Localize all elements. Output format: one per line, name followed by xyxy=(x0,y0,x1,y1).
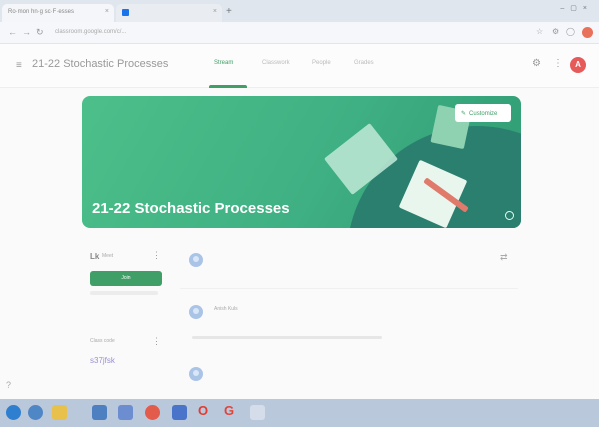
meet-link-text xyxy=(90,291,158,295)
opera-icon[interactable]: O xyxy=(198,403,208,418)
pencil-icon: ✎ xyxy=(461,111,467,117)
banner-title: 21-22 Stochastic Processes xyxy=(92,200,290,217)
tab-grades[interactable]: Grades xyxy=(354,60,374,66)
post-text xyxy=(192,336,382,339)
grid-icon[interactable]: ⋮ xyxy=(553,58,563,69)
extension-icon[interactable]: ⚙ xyxy=(552,27,559,36)
meet-label: Meet xyxy=(102,253,114,259)
join-button[interactable]: Join xyxy=(90,271,162,286)
meet-card: Lk Meet ⋮ Join xyxy=(82,246,168,306)
kebab-icon[interactable]: ⋮ xyxy=(152,250,161,261)
reload-icon[interactable]: ↻ xyxy=(36,27,44,38)
star-icon[interactable]: ☆ xyxy=(536,27,543,36)
post-author: Anish Kuls xyxy=(214,306,238,312)
forward-icon[interactable]: → xyxy=(22,27,31,37)
class-banner: ✎ Customize 21-22 Stochastic Processes xyxy=(82,96,521,228)
class-code-card: Class code ⋮ s37jfsk xyxy=(82,334,168,374)
hamburger-icon[interactable]: ≡ xyxy=(16,60,22,71)
close-icon[interactable]: × xyxy=(105,8,109,15)
class-title[interactable]: 21-22 Stochastic Processes xyxy=(32,58,168,70)
taskbar-app-icon[interactable] xyxy=(172,405,187,420)
customize-button[interactable]: ✎ Customize xyxy=(455,104,511,122)
help-icon[interactable]: ? xyxy=(6,380,11,390)
taskbar-app-icon[interactable] xyxy=(250,405,265,420)
window-controls[interactable]: –▢× xyxy=(560,4,593,12)
url-field[interactable]: classroom.google.com/c/... xyxy=(55,27,475,39)
browser-tab-label: Ro·mon hn·g sc·F·esses xyxy=(8,9,75,15)
meet-logo: Lk xyxy=(90,252,100,261)
avatar xyxy=(189,367,203,381)
tab-classwork[interactable]: Classwork xyxy=(262,60,290,66)
mail-icon[interactable] xyxy=(118,405,133,420)
taskbar: O G xyxy=(0,399,599,427)
start-icon[interactable] xyxy=(6,405,21,420)
back-icon[interactable]: ← xyxy=(8,27,17,37)
browser-avatar[interactable] xyxy=(582,27,593,38)
close-icon[interactable]: × xyxy=(213,8,217,15)
browser-tab-classroom[interactable]: Ro·mon hn·g sc·F·esses × xyxy=(2,4,114,22)
gear-icon[interactable]: ⚙ xyxy=(532,58,541,69)
folder-icon[interactable] xyxy=(52,405,67,420)
kebab-icon[interactable]: ⋮ xyxy=(152,336,161,347)
tab-people[interactable]: People xyxy=(312,60,331,66)
divider xyxy=(180,288,518,289)
customize-label: Customize xyxy=(469,111,498,117)
active-tab-indicator xyxy=(209,85,247,88)
stream-post[interactable] xyxy=(180,364,518,384)
class-code-label: Class code xyxy=(90,338,115,344)
announce-box[interactable] xyxy=(180,250,518,270)
repeat-icon[interactable]: ⇄ xyxy=(500,252,508,263)
address-bar-row: ← → ↻ classroom.google.com/c/... ☆ ⚙ ◯ xyxy=(0,22,599,44)
stream-post[interactable]: Anish Kuls xyxy=(180,302,518,344)
firefox-icon[interactable] xyxy=(145,405,160,420)
info-icon[interactable] xyxy=(505,211,514,220)
classroom-header: ≡ 21-22 Stochastic Processes Stream Clas… xyxy=(0,44,599,88)
browser-tab-bar: Ro·mon hn·g sc·F·esses × × + –▢× xyxy=(0,0,599,22)
profile-icon[interactable]: ◯ xyxy=(566,27,575,36)
class-code-value[interactable]: s37jfsk xyxy=(90,356,115,365)
taskbar-app-icon[interactable] xyxy=(92,405,107,420)
tab-stream[interactable]: Stream xyxy=(214,60,233,66)
new-tab-icon[interactable]: + xyxy=(226,6,232,17)
avatar xyxy=(189,305,203,319)
google-icon[interactable]: G xyxy=(224,403,234,418)
taskbar-app-icon[interactable] xyxy=(28,405,43,420)
avatar xyxy=(189,253,203,267)
avatar[interactable]: A xyxy=(570,57,586,73)
browser-tab-second[interactable]: × xyxy=(116,4,222,22)
url-text: classroom.google.com/c/... xyxy=(55,29,127,35)
favicon-icon xyxy=(122,9,129,16)
